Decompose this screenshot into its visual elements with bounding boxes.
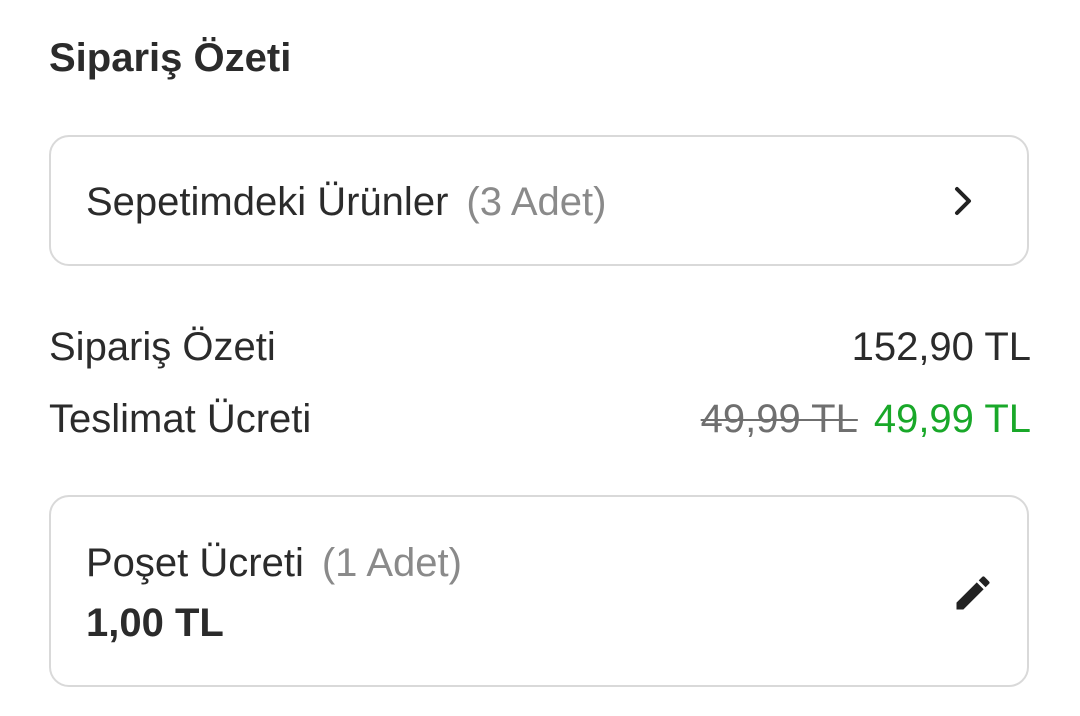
delivery-fee-old-price: 49,99 TL — [700, 397, 858, 441]
bag-fee-card: Poşet Ücreti (1 Adet) 1,00 TL — [49, 495, 1029, 687]
delivery-fee-row: Teslimat Ücreti 49,99 TL 49,99 TL — [49, 394, 1031, 444]
order-summary-row: Sipariş Özeti 152,90 TL — [49, 322, 1031, 372]
pencil-icon[interactable] — [951, 571, 995, 615]
section-title: Sipariş Özeti — [49, 36, 292, 80]
bag-fee-title: Poşet Ücreti (1 Adet) — [86, 538, 462, 588]
order-summary-value: 152,90 TL — [851, 325, 1031, 369]
order-summary-label: Sipariş Özeti — [49, 325, 276, 369]
bag-fee-price: 1,00 TL — [86, 601, 224, 645]
cart-items-row[interactable]: Sepetimdeki Ürünler (3 Adet) — [49, 135, 1029, 266]
bag-fee-count: (1 Adet) — [321, 541, 462, 585]
bag-fee-label: Poşet Ücreti — [86, 541, 304, 585]
order-summary-page: Sipariş Özeti Sepetimdeki Ürünler (3 Adet… — [0, 0, 1080, 716]
cart-items-text: Sepetimdeki Ürünler (3 Adet) — [86, 177, 606, 227]
delivery-fee-label: Teslimat Ücreti — [49, 397, 312, 441]
delivery-fee-prices: 49,99 TL 49,99 TL — [701, 394, 1031, 444]
cart-items-count: (3 Adet) — [466, 180, 607, 224]
chevron-right-icon — [955, 187, 971, 215]
delivery-fee-new-price: 49,99 TL — [873, 397, 1031, 441]
cart-items-label: Sepetimdeki Ürünler — [86, 180, 449, 224]
